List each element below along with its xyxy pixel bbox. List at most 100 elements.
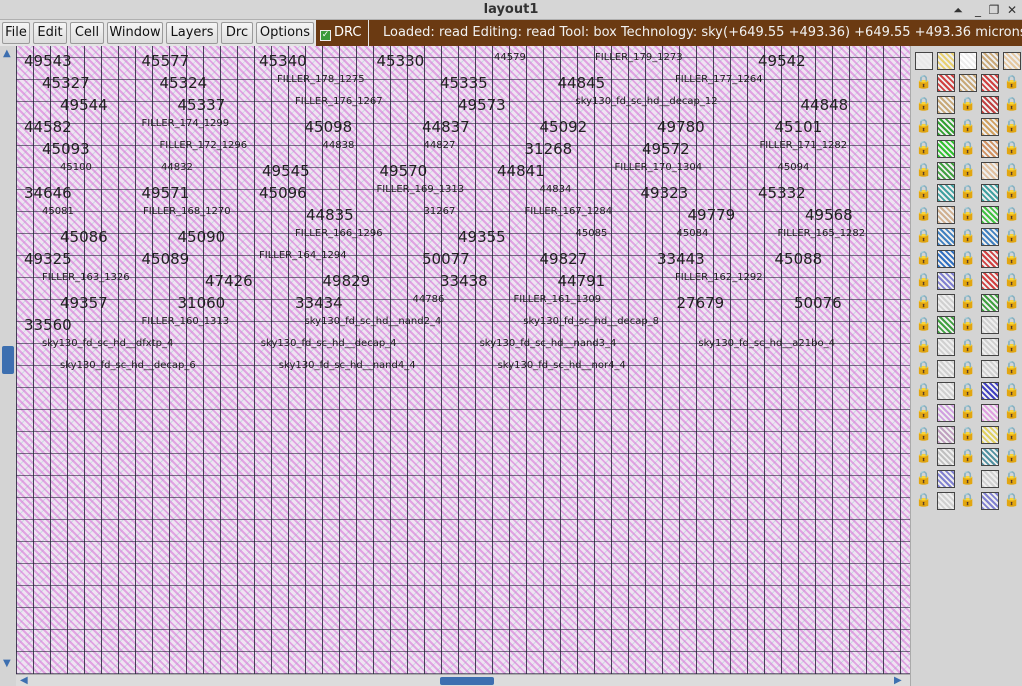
lock-icon[interactable]: 🔒: [1003, 316, 1021, 334]
lock-icon[interactable]: 🔒: [959, 228, 977, 246]
close-icon[interactable]: ✕: [1004, 2, 1020, 18]
layer-swatch[interactable]: [981, 448, 999, 466]
layer-swatch[interactable]: [937, 426, 955, 444]
lock-icon[interactable]: 🔒: [959, 162, 977, 180]
layout-canvas[interactable]: 49543 45577 45340 45330 44579 FILLER_179_1273…: [16, 46, 910, 674]
lock-icon[interactable]: 🔒: [959, 294, 977, 312]
scroll-down-arrow-icon[interactable]: ▼: [3, 658, 11, 669]
lock-icon[interactable]: 🔒: [915, 96, 933, 114]
lock-icon[interactable]: 🔒: [1003, 382, 1021, 400]
layer-swatch[interactable]: [981, 338, 999, 356]
layer-swatch[interactable]: [915, 52, 933, 70]
layer-swatch[interactable]: [981, 272, 999, 290]
menu-window[interactable]: Window: [107, 22, 163, 44]
layer-swatch[interactable]: [959, 74, 977, 92]
lock-icon[interactable]: 🔒: [959, 338, 977, 356]
lock-icon[interactable]: 🔒: [959, 96, 977, 114]
layer-swatch[interactable]: [937, 338, 955, 356]
layer-swatch[interactable]: [937, 228, 955, 246]
layer-swatch[interactable]: [981, 206, 999, 224]
layer-swatch[interactable]: [937, 272, 955, 290]
lock-icon[interactable]: 🔒: [959, 404, 977, 422]
lock-icon[interactable]: 🔒: [915, 360, 933, 378]
lock-icon[interactable]: 🔒: [915, 316, 933, 334]
scroll-up-arrow-icon[interactable]: ▲: [3, 48, 11, 59]
lock-icon[interactable]: 🔒: [959, 426, 977, 444]
lock-icon[interactable]: 🔒: [915, 404, 933, 422]
layer-swatch[interactable]: [1003, 52, 1021, 70]
menu-layers[interactable]: Layers: [166, 22, 218, 44]
lock-icon[interactable]: 🔒: [959, 470, 977, 488]
layer-swatch[interactable]: [937, 96, 955, 114]
lock-icon[interactable]: 🔒: [959, 140, 977, 158]
lock-icon[interactable]: 🔒: [1003, 448, 1021, 466]
layer-swatch[interactable]: [937, 74, 955, 92]
lock-icon[interactable]: 🔒: [1003, 294, 1021, 312]
menu-options[interactable]: Options: [256, 22, 314, 44]
scroll-right-arrow-icon[interactable]: ▶: [894, 675, 902, 686]
layer-swatch[interactable]: [981, 360, 999, 378]
lock-icon[interactable]: 🔒: [915, 206, 933, 224]
lock-icon[interactable]: 🔒: [915, 448, 933, 466]
layer-swatch[interactable]: [937, 316, 955, 334]
menu-edit[interactable]: Edit: [33, 22, 67, 44]
layer-swatch[interactable]: [959, 52, 977, 70]
layer-swatch[interactable]: [937, 162, 955, 180]
layer-swatch[interactable]: [937, 448, 955, 466]
lock-icon[interactable]: 🔒: [1003, 404, 1021, 422]
layer-swatch[interactable]: [981, 118, 999, 136]
lock-icon[interactable]: 🔒: [915, 162, 933, 180]
lock-icon[interactable]: 🔒: [959, 382, 977, 400]
minimize-icon[interactable]: _: [970, 2, 986, 18]
layer-swatch[interactable]: [937, 250, 955, 268]
layer-swatch[interactable]: [981, 294, 999, 312]
layer-swatch[interactable]: [981, 404, 999, 422]
lock-icon[interactable]: 🔒: [915, 250, 933, 268]
lock-icon[interactable]: 🔒: [959, 448, 977, 466]
lock-icon[interactable]: 🔒: [959, 184, 977, 202]
lock-icon[interactable]: 🔒: [1003, 118, 1021, 136]
lock-icon[interactable]: 🔒: [959, 206, 977, 224]
layer-swatch[interactable]: [937, 492, 955, 510]
layer-swatch[interactable]: [937, 52, 955, 70]
lock-icon[interactable]: 🔒: [1003, 162, 1021, 180]
lock-icon[interactable]: 🔒: [1003, 272, 1021, 290]
layer-swatch[interactable]: [981, 228, 999, 246]
lock-icon[interactable]: 🔒: [1003, 96, 1021, 114]
lock-icon[interactable]: 🔒: [959, 492, 977, 510]
layer-swatch[interactable]: [981, 382, 999, 400]
lock-icon[interactable]: 🔒: [1003, 140, 1021, 158]
layer-swatch[interactable]: [937, 206, 955, 224]
lock-icon[interactable]: 🔒: [915, 470, 933, 488]
vertical-scroll-thumb[interactable]: [2, 346, 14, 374]
lock-icon[interactable]: 🔒: [915, 426, 933, 444]
layer-swatch[interactable]: [981, 52, 999, 70]
layer-swatch[interactable]: [981, 250, 999, 268]
lock-icon[interactable]: 🔒: [1003, 206, 1021, 224]
lock-icon[interactable]: 🔒: [959, 316, 977, 334]
restore-icon[interactable]: ❐: [986, 2, 1002, 18]
lock-icon[interactable]: 🔒: [1003, 360, 1021, 378]
menu-cell[interactable]: Cell: [70, 22, 104, 44]
lock-icon[interactable]: 🔒: [959, 272, 977, 290]
drc-toggle[interactable]: ✓ DRC: [320, 24, 364, 42]
layer-swatch[interactable]: [981, 140, 999, 158]
layer-swatch[interactable]: [981, 316, 999, 334]
layer-swatch[interactable]: [981, 470, 999, 488]
checkbox-icon[interactable]: ✓: [320, 30, 331, 41]
lock-icon[interactable]: 🔒: [915, 294, 933, 312]
layer-swatch[interactable]: [937, 360, 955, 378]
layer-swatch[interactable]: [937, 382, 955, 400]
horizontal-scroll-thumb[interactable]: [440, 677, 494, 685]
lock-icon[interactable]: 🔒: [1003, 184, 1021, 202]
lock-icon[interactable]: 🔒: [915, 338, 933, 356]
layer-swatch[interactable]: [981, 426, 999, 444]
lock-icon[interactable]: 🔒: [915, 184, 933, 202]
layer-swatch[interactable]: [937, 140, 955, 158]
lock-icon[interactable]: 🔒: [1003, 74, 1021, 92]
layer-swatch[interactable]: [981, 96, 999, 114]
lock-icon[interactable]: 🔒: [915, 228, 933, 246]
lock-icon[interactable]: 🔒: [915, 382, 933, 400]
lock-icon[interactable]: 🔒: [1003, 426, 1021, 444]
lock-icon[interactable]: 🔒: [915, 140, 933, 158]
